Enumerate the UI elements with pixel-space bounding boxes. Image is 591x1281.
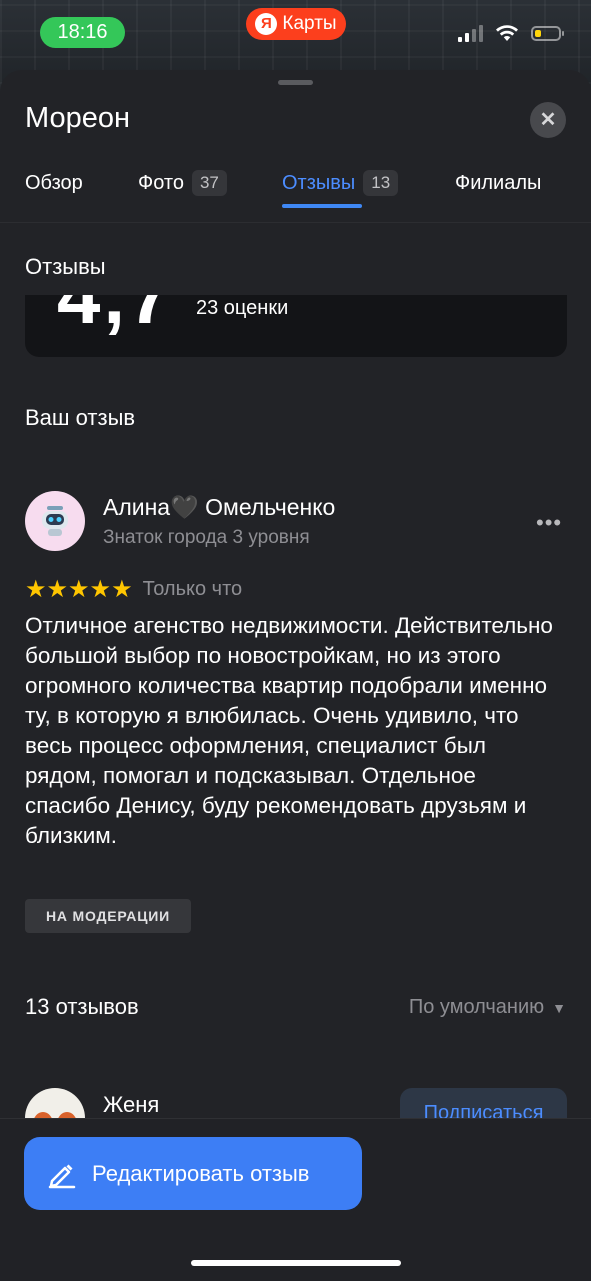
review-author-level: Знаток города 3 уровня: [103, 527, 310, 548]
pencil-icon: [48, 1164, 76, 1188]
close-icon: ✕: [539, 109, 557, 131]
more-options-button[interactable]: •••: [536, 510, 562, 536]
tab-branches[interactable]: Филиалы: [455, 168, 541, 198]
review-rating-row: ★★★★★ Только что: [25, 575, 243, 603]
rating-count: 23 оценки: [196, 297, 289, 319]
review-text: Отличное агенство недвижимости. Действит…: [25, 613, 553, 848]
tab-reviews[interactable]: Отзывы 13: [282, 168, 399, 198]
sort-dropdown[interactable]: По умолчанию ▼: [409, 996, 566, 1019]
cellular-signal-icon: [458, 24, 483, 42]
review-author-name[interactable]: Женя: [103, 1092, 159, 1118]
avatar[interactable]: [25, 491, 85, 551]
tab-label: Отзывы: [282, 171, 356, 194]
section-title: Отзывы: [25, 254, 106, 279]
your-review-heading: Ваш отзыв: [25, 405, 136, 430]
star-rating-icon: ★★★★★: [25, 575, 133, 603]
active-tab-indicator: [282, 204, 362, 208]
status-badge: НА МОДЕРАЦИИ: [25, 899, 191, 933]
battery-level-fill: [535, 29, 541, 37]
caret-down-icon: ▼: [552, 999, 566, 1016]
edit-review-label: Редактировать отзыв: [92, 1160, 310, 1186]
reviews-count-title: 13 отзывов: [25, 994, 139, 1019]
tabs-divider: [0, 222, 591, 223]
yandex-logo-icon: Я: [255, 13, 278, 35]
tab-bar: Обзор Фото 37 Отзывы 13 Филиалы: [0, 162, 591, 222]
review-time: Только что: [142, 577, 243, 600]
tab-overview[interactable]: Обзор: [25, 168, 83, 198]
tab-count-badge: 37: [191, 170, 227, 196]
return-to-app-pill[interactable]: Я Карты: [246, 8, 346, 40]
tab-label: Фото: [138, 171, 184, 194]
edit-review-button[interactable]: Редактировать отзыв: [24, 1137, 362, 1210]
sort-label: По умолчанию: [408, 996, 545, 1018]
place-title: Мореон: [25, 102, 131, 134]
rating-value: 4,7: [57, 295, 175, 340]
status-icons: [458, 24, 564, 42]
tab-count-badge: 13: [363, 170, 399, 196]
status-time[interactable]: 18:16: [40, 17, 125, 48]
sheet-grabber[interactable]: [278, 80, 313, 85]
tab-label: Обзор: [25, 171, 83, 194]
place-card-sheet: Мореон ✕ Обзор Фото 37 Отзывы 13 Филиалы…: [0, 70, 591, 1280]
close-button[interactable]: ✕: [530, 102, 566, 138]
rating-summary-card: 4,7 23 оценки: [25, 295, 567, 357]
robot-avatar-icon: [42, 506, 68, 536]
app-name-label: Карты: [282, 13, 337, 34]
tab-label: Филиалы: [455, 171, 542, 194]
home-indicator[interactable]: [191, 1260, 401, 1266]
battery-icon: [531, 25, 564, 41]
tab-photos[interactable]: Фото 37: [138, 168, 227, 198]
wifi-icon: [496, 25, 518, 41]
more-dots-icon: •••: [536, 510, 563, 535]
review-author-name[interactable]: Алина🖤 Омельченко: [103, 494, 335, 521]
